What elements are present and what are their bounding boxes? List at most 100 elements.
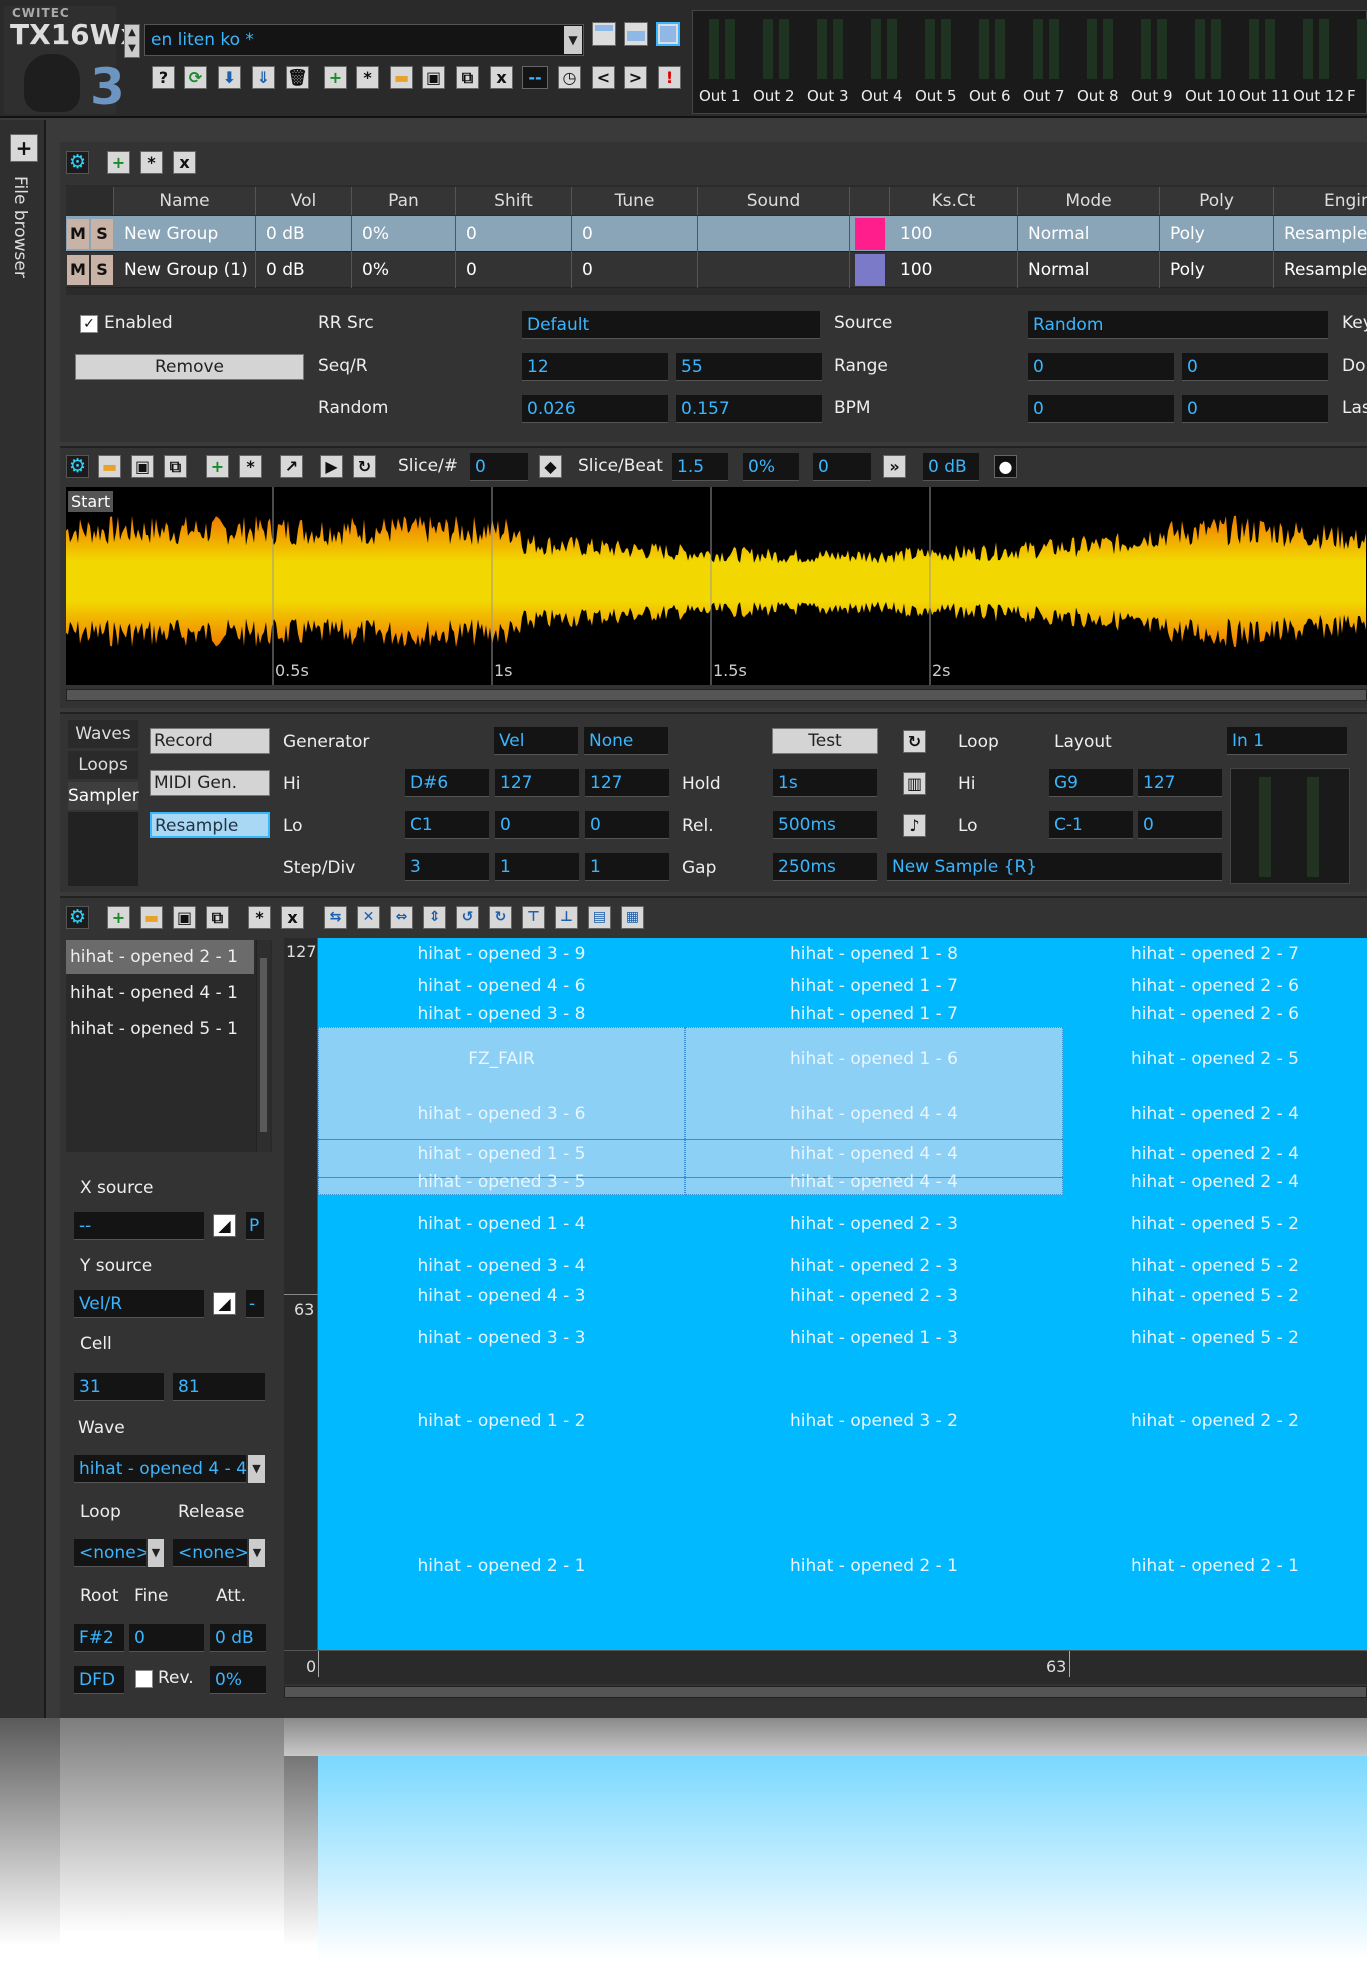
group-cell-shift[interactable]: 0 <box>456 216 572 252</box>
wave-scrollbar[interactable] <box>66 689 1367 701</box>
lo-v1-field[interactable]: 0 <box>495 811 579 839</box>
record-button[interactable]: Record <box>150 728 270 754</box>
wave-list-scrollbar[interactable] <box>256 940 270 1152</box>
layout-field[interactable]: In 1 <box>1227 727 1347 755</box>
group-cell-pan[interactable]: 0% <box>352 216 456 252</box>
add-button[interactable]: + <box>324 66 347 89</box>
keymap-cell[interactable]: hihat - opened 2 - 3 <box>685 1256 1063 1276</box>
loop-select[interactable]: <none> <box>74 1539 146 1567</box>
waveform-view[interactable]: Start 0.5s 1s 1.5s 2s <box>66 487 1367 685</box>
panic-button[interactable]: ! <box>658 66 681 89</box>
random-a-field[interactable]: 0.026 <box>522 395 668 423</box>
keymap-cell[interactable]: hihat - opened 1 - 8 <box>685 944 1063 964</box>
sidebar-add-button[interactable]: + <box>10 134 38 162</box>
col-vol[interactable]: Vol <box>256 187 352 215</box>
groups-star-button[interactable]: * <box>140 151 163 174</box>
new-sample-field[interactable]: New Sample {R} <box>887 853 1222 881</box>
random-b-field[interactable]: 0.157 <box>676 395 822 423</box>
col-color[interactable] <box>850 187 890 215</box>
group-cell-sound[interactable] <box>698 252 850 288</box>
generator-none-field[interactable]: None <box>584 727 668 755</box>
rotate-right-icon[interactable]: ↻ <box>489 906 512 929</box>
group-cell-pan[interactable]: 0% <box>352 252 456 288</box>
mute-button[interactable]: M <box>67 255 89 285</box>
keymap-cell[interactable]: hihat - opened 1 - 2 <box>318 1411 685 1431</box>
keymap-cell[interactable]: hihat - opened 3 - 2 <box>685 1411 1063 1431</box>
step-field[interactable]: 3 <box>405 853 489 881</box>
group-cell-ksct[interactable]: 100 <box>890 216 1018 252</box>
keymap-cell[interactable]: FZ_FAIR <box>318 1049 685 1069</box>
keymap-cell[interactable]: hihat - opened 5 - 2 <box>1063 1328 1367 1348</box>
cell-a-field[interactable]: 31 <box>74 1373 164 1401</box>
output-label[interactable]: Out 11 <box>1239 87 1290 105</box>
keymap-cell[interactable]: hihat - opened 4 - 3 <box>318 1286 685 1306</box>
keymap-cell[interactable]: hihat - opened 2 - 2 <box>1063 1411 1367 1431</box>
sampler-tab-sampler[interactable]: Sampler <box>68 782 139 810</box>
keymap-cell[interactable]: hihat - opened 3 - 5 <box>318 1172 685 1192</box>
col-sound[interactable]: Sound <box>698 187 850 215</box>
note-icon[interactable]: ♪ <box>903 814 926 837</box>
spread-h-icon[interactable]: ⇔ <box>390 906 413 929</box>
rows-icon[interactable]: ▤ <box>588 906 611 929</box>
group-cell-vol[interactable]: 0 dB <box>256 252 352 288</box>
generator-vel-field[interactable]: Vel <box>494 727 578 755</box>
enabled-checkbox[interactable]: ✓ <box>80 315 98 333</box>
slice-pct-field[interactable]: 0% <box>743 453 799 481</box>
sampler-tab-waves[interactable]: Waves <box>68 720 138 748</box>
output-label[interactable]: Out 4 <box>861 87 903 105</box>
output-label[interactable]: Out 9 <box>1131 87 1173 105</box>
keymap-cell[interactable]: hihat - opened 2 - 6 <box>1063 976 1367 996</box>
keymap-cell[interactable]: hihat - opened 2 - 3 <box>685 1214 1063 1234</box>
keymap-cell[interactable]: hihat - opened 3 - 6 <box>318 1104 685 1124</box>
group-cell-name[interactable]: New Group <box>114 216 256 252</box>
slice-beat-field[interactable]: 1.5 <box>672 453 728 481</box>
keymap-cell[interactable]: hihat - opened 2 - 5 <box>1063 1049 1367 1069</box>
lo2-note-field[interactable]: C-1 <box>1049 811 1133 839</box>
lo-v2-field[interactable]: 0 <box>585 811 669 839</box>
save-as-icon[interactable]: ⧉ <box>456 66 479 89</box>
rr-src-field[interactable]: Default <box>522 311 820 339</box>
group-cell-engine[interactable]: Resample <box>1274 252 1367 288</box>
folder-icon[interactable]: ▬ <box>390 66 413 89</box>
fine-field[interactable]: 0 <box>129 1624 204 1652</box>
next-button[interactable]: > <box>624 66 647 89</box>
keymap-cell[interactable]: hihat - opened 2 - 1 <box>1063 1556 1367 1576</box>
trash-icon[interactable]: 🗑 <box>286 66 309 89</box>
keymap-cell[interactable]: hihat - opened 2 - 3 <box>685 1286 1063 1306</box>
keymap-cell[interactable]: hihat - opened 1 - 4 <box>318 1214 685 1234</box>
rel-field[interactable]: 500ms <box>773 811 877 839</box>
program-spinner[interactable]: ▲ ▼ <box>124 24 140 58</box>
release-select-chevron-icon[interactable]: ▼ <box>249 1539 265 1567</box>
keymap-cell[interactable]: hihat - opened 4 - 4 <box>685 1104 1063 1124</box>
save-icon[interactable]: ▣ <box>422 66 445 89</box>
resample-button[interactable]: Resample <box>150 812 270 838</box>
keyboard-icon[interactable]: ▥ <box>903 772 926 795</box>
group-cell-shift[interactable]: 0 <box>456 252 572 288</box>
hi-v2-field[interactable]: 127 <box>585 769 669 797</box>
x-source-field[interactable]: -- <box>74 1212 204 1240</box>
mute-button[interactable]: M <box>67 219 89 249</box>
rotate-left-icon[interactable]: ↺ <box>456 906 479 929</box>
keymap-cell[interactable]: hihat - opened 3 - 9 <box>318 944 685 964</box>
grid-icon[interactable]: ▦ <box>621 906 644 929</box>
loop-select-chevron-icon[interactable]: ▼ <box>148 1539 164 1567</box>
col-tune[interactable]: Tune <box>572 187 698 215</box>
loop-icon[interactable]: ↻ <box>353 455 376 478</box>
slice-forward-icon[interactable]: » <box>883 455 906 478</box>
solo-button[interactable]: S <box>91 255 113 285</box>
seqr-b-field[interactable]: 55 <box>676 353 822 381</box>
wave-curve-icon[interactable]: ↗ <box>280 455 303 478</box>
group-cell-tune[interactable]: 0 <box>572 252 698 288</box>
refresh-icon[interactable]: ⟳ <box>184 66 207 89</box>
map-save-icon[interactable]: ▣ <box>173 906 196 929</box>
spread-v-icon[interactable]: ⇕ <box>423 906 446 929</box>
hi2-note-field[interactable]: G9 <box>1049 769 1133 797</box>
groups-settings-gear-icon[interactable]: ⚙ <box>66 151 89 174</box>
keymap-cell[interactable]: hihat - opened 2 - 1 <box>685 1556 1063 1576</box>
align-top-icon[interactable]: ⊤ <box>522 906 545 929</box>
y-dash-field[interactable]: - <box>246 1290 264 1318</box>
map-settings-gear-icon[interactable]: ⚙ <box>66 906 89 929</box>
star-button[interactable]: * <box>356 66 379 89</box>
download-all-icon[interactable]: ⇓ <box>252 66 275 89</box>
keymap-cell[interactable]: hihat - opened 1 - 6 <box>685 1049 1063 1069</box>
